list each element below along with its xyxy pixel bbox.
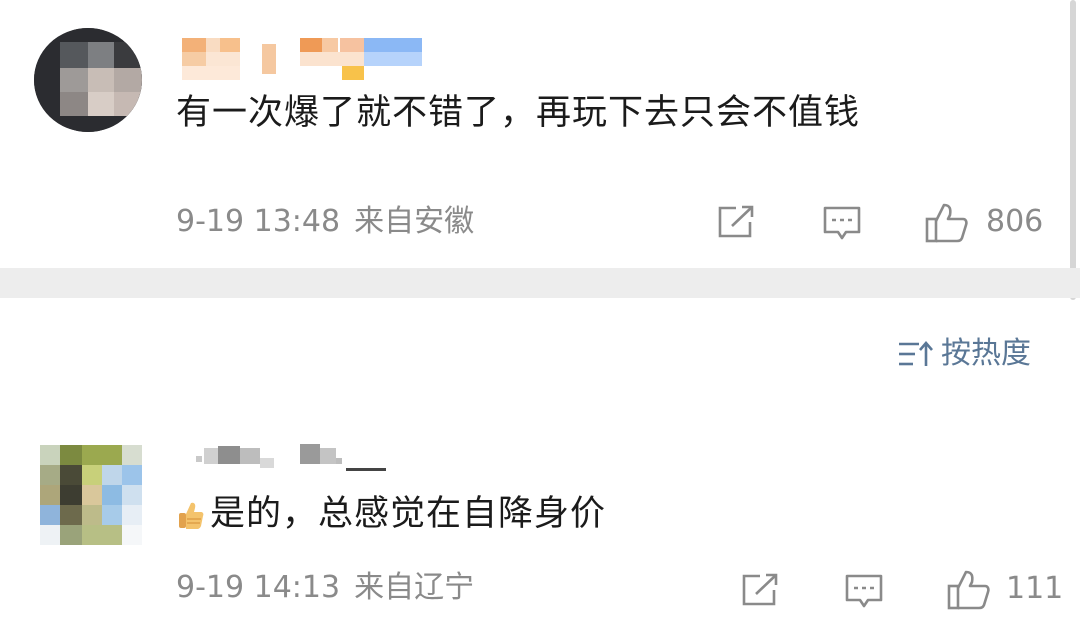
comment-icon xyxy=(845,574,883,608)
comment-button[interactable] xyxy=(822,204,862,246)
comment-location: 来自安徽 xyxy=(354,204,475,239)
comment-button[interactable] xyxy=(844,572,884,614)
share-icon xyxy=(742,573,778,606)
comment-text: 是的，总感觉在自降身价 xyxy=(176,497,606,532)
like-button[interactable] xyxy=(946,567,992,615)
avatar[interactable] xyxy=(40,445,142,545)
username[interactable] xyxy=(176,38,426,82)
comment-text-body: 是的，总感觉在自降身价 xyxy=(210,494,607,534)
sort-toggle[interactable]: 按热度 xyxy=(897,338,1031,370)
section-divider xyxy=(0,268,1080,298)
comment-location: 来自辽宁 xyxy=(354,570,475,605)
like-icon xyxy=(947,570,990,610)
share-icon xyxy=(718,205,754,238)
repost-button[interactable] xyxy=(716,204,756,244)
sort-label: 按热度 xyxy=(941,336,1031,371)
comment-feed: 有一次爆了就不错了，再玩下去只会不值钱 9-19 13:48 来自安徽 806 xyxy=(0,0,1080,643)
username[interactable] xyxy=(196,440,396,484)
like-count: 806 xyxy=(986,204,1044,239)
comment-meta: 9-19 14:13 来自辽宁 xyxy=(176,573,474,603)
comment-time: 9-19 13:48 xyxy=(176,204,341,239)
like-button[interactable] xyxy=(924,200,970,248)
like-icon xyxy=(925,203,968,243)
comment-text: 有一次爆了就不错了，再玩下去只会不值钱 xyxy=(176,93,861,133)
avatar[interactable] xyxy=(34,28,142,132)
comment-time: 9-19 14:13 xyxy=(176,570,341,605)
thumbs-up-icon xyxy=(179,502,204,529)
scrollbar[interactable] xyxy=(1070,0,1076,300)
like-count: 111 xyxy=(1006,571,1064,606)
sort-icon xyxy=(899,341,933,366)
comment-meta: 9-19 13:48 来自安徽 xyxy=(176,207,474,237)
repost-button[interactable] xyxy=(740,572,780,612)
comment-icon xyxy=(823,206,861,240)
